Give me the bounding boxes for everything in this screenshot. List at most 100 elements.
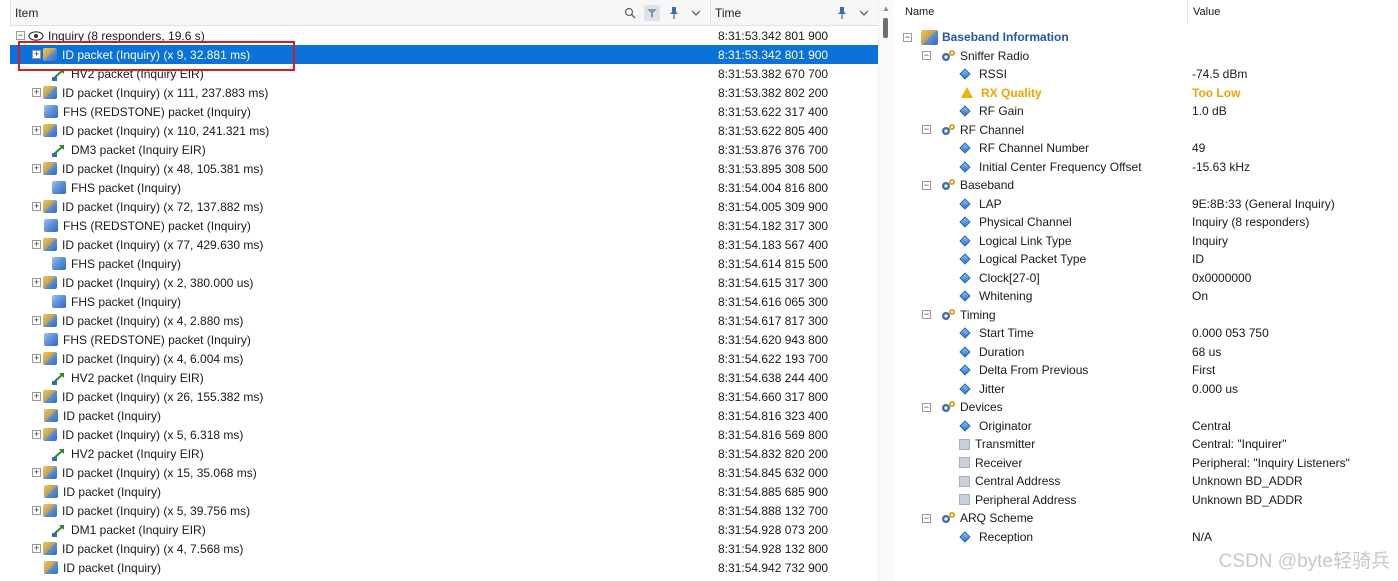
packet-row[interactable]: FHS (REDSTONE) packet (Inquiry) 8:31:53.6… [10,102,878,121]
property-row[interactable]: − Sniffer Radio [899,47,1398,66]
property-row[interactable]: Transmitter Central: "Inquirer" [899,435,1398,454]
property-row[interactable]: Delta From Previous First [899,361,1398,380]
expand-icon[interactable]: + [32,126,41,135]
scroll-up-arrow-icon[interactable]: ▲ [882,4,890,13]
gear-icon [942,308,955,320]
expand-icon[interactable]: + [32,278,41,287]
collapse-icon[interactable]: − [922,125,931,135]
property-row[interactable]: Originator Central [899,417,1398,436]
packet-row[interactable]: + ID packet (Inquiry) (x 15, 35.068 ms) 8:… [10,463,878,482]
property-row[interactable]: Initial Center Frequency Offset -15.63 kH… [899,158,1398,177]
property-diamond-icon [959,327,971,339]
packet-row[interactable]: HV2 packet (Inquiry EIR) 8:31:54.638 244 … [10,368,878,387]
property-row[interactable]: − Baseband [899,176,1398,195]
property-row[interactable]: RF Channel Number 49 [899,139,1398,158]
packet-row[interactable]: + ID packet (Inquiry) (x 4, 2.880 ms) 8:31… [10,311,878,330]
collapse-icon[interactable]: − [922,513,931,523]
collapse-icon[interactable]: − [16,31,25,40]
property-row[interactable]: Logical Packet Type ID [899,250,1398,269]
property-name-cell: Logical Link Type [957,234,1072,248]
packet-row[interactable]: + ID packet (Inquiry) (x 4, 6.004 ms) 8:31… [10,349,878,368]
packet-row[interactable]: + ID packet (Inquiry) (x 72, 137.882 ms) 8… [10,197,878,216]
property-row[interactable]: Jitter 0.000 us [899,380,1398,399]
packet-time: 8:31:53.342 801 900 [718,28,829,43]
packet-row[interactable]: FHS (REDSTONE) packet (Inquiry) 8:31:54.6… [10,330,878,349]
collapse-icon[interactable]: − [903,32,912,42]
packet-row[interactable]: FHS packet (Inquiry) 8:31:54.614 815 500 [10,254,878,273]
pin-icon[interactable] [666,5,682,21]
pin-icon[interactable] [834,5,850,21]
packet-row[interactable]: DM3 packet (Inquiry EIR) 8:31:53.876 376 … [10,140,878,159]
property-row[interactable]: Receiver Peripheral: "Inquiry Listeners" [899,454,1398,473]
expand-icon[interactable]: + [32,430,41,439]
property-row[interactable]: − ARQ Scheme [899,509,1398,528]
packet-label: HV2 packet (Inquiry EIR) [71,370,204,385]
packet-row[interactable]: FHS packet (Inquiry) 8:31:54.004 816 800 [10,178,878,197]
property-row[interactable]: Start Time 0.000 053 750 [899,324,1398,343]
expand-icon[interactable]: + [32,88,41,97]
packet-row[interactable]: HV2 packet (Inquiry EIR) 8:31:54.832 820 … [10,444,878,463]
property-value: 0x0000000 [1192,270,1252,285]
property-row[interactable]: Physical Channel Inquiry (8 responders) [899,213,1398,232]
property-row[interactable]: − Baseband Information [899,28,1398,47]
packet-row[interactable]: + ID packet (Inquiry) (x 5, 6.318 ms) 8:31… [10,425,878,444]
packet-row[interactable]: + ID packet (Inquiry) (x 110, 241.321 ms)… [10,121,878,140]
packet-time: 8:31:54.620 943 800 [718,332,829,347]
property-row[interactable]: RF Gain 1.0 dB [899,102,1398,121]
property-row[interactable]: Central Address Unknown BD_ADDR [899,472,1398,491]
expand-icon[interactable]: + [32,468,41,477]
chevron-down-icon[interactable] [856,5,872,21]
packet-label: ID packet (Inquiry) (x 72, 137.882 ms) [62,199,264,214]
column-header-name[interactable]: Name [899,0,1188,24]
collapse-icon[interactable]: − [922,51,931,61]
expand-icon[interactable]: + [32,544,41,553]
column-header-item[interactable]: Item [10,0,710,26]
property-row[interactable]: Clock[27-0] 0x0000000 [899,269,1398,288]
expand-icon[interactable]: + [32,392,41,401]
filter-icon[interactable] [644,5,660,21]
property-row[interactable]: Whitening On [899,287,1398,306]
property-name-cell: RF Gain [957,104,1024,118]
property-row[interactable]: RSSI -74.5 dBm [899,65,1398,84]
packet-row[interactable]: ID packet (Inquiry) 8:31:54.885 685 900 [10,482,878,501]
property-row[interactable]: − Timing [899,306,1398,325]
expand-icon[interactable]: + [32,240,41,249]
packet-row[interactable]: DM1 packet (Inquiry EIR) 8:31:54.928 073 … [10,520,878,539]
collapse-icon[interactable]: − [922,310,931,320]
packet-row[interactable]: FHS packet (Inquiry) 8:31:54.616 065 300 [10,292,878,311]
packet-row[interactable]: + ID packet (Inquiry) (x 48, 105.381 ms) 8… [10,159,878,178]
property-row[interactable]: LAP 9E:8B:33 (General Inquiry) [899,195,1398,214]
property-row[interactable]: Logical Link Type Inquiry [899,232,1398,251]
packet-row[interactable]: + ID packet (Inquiry) (x 111, 237.883 ms)… [10,83,878,102]
property-row[interactable]: RX Quality Too Low [899,84,1398,103]
property-row[interactable]: − Devices [899,398,1398,417]
packet-row[interactable]: FHS (REDSTONE) packet (Inquiry) 8:31:54.1… [10,216,878,235]
collapse-icon[interactable]: − [922,402,931,412]
property-row[interactable]: Duration 68 us [899,343,1398,362]
expand-icon[interactable]: + [32,202,41,211]
watermark-text: CSDN @byte轻骑兵 [1218,551,1390,572]
packet-row[interactable]: + ID packet (Inquiry) (x 4, 7.568 ms) 8:31… [10,539,878,558]
column-header-value[interactable]: Value [1189,0,1398,24]
vertical-scrollbar[interactable]: ▲ [878,0,893,581]
collapse-icon[interactable]: − [922,180,931,190]
expand-icon[interactable]: + [32,164,41,173]
property-row[interactable]: Reception N/A [899,528,1398,547]
property-row[interactable]: Peripheral Address Unknown BD_ADDR [899,491,1398,510]
property-row[interactable]: − RF Channel [899,121,1398,140]
packet-row[interactable]: + ID packet (Inquiry) (x 26, 155.382 ms) 8… [10,387,878,406]
property-name: RX Quality [981,85,1042,100]
column-header-time[interactable]: Time [710,0,878,26]
chevron-down-icon[interactable] [688,5,704,21]
scrollbar-thumb[interactable] [883,18,888,38]
packet-row[interactable]: + ID packet (Inquiry) (x 5, 39.756 ms) 8:3… [10,501,878,520]
packet-row[interactable]: + ID packet (Inquiry) (x 2, 380.000 us) 8:… [10,273,878,292]
packet-time: 8:31:54.005 309 900 [718,199,829,214]
expand-icon[interactable]: + [32,354,41,363]
expand-icon[interactable]: + [32,506,41,515]
search-icon[interactable] [622,5,638,21]
packet-row[interactable]: + ID packet (Inquiry) (x 77, 429.630 ms) 8… [10,235,878,254]
expand-icon[interactable]: + [32,316,41,325]
packet-row[interactable]: ID packet (Inquiry) 8:31:54.816 323 400 [10,406,878,425]
packet-row[interactable]: ID packet (Inquiry) 8:31:54.942 732 900 [10,558,878,577]
